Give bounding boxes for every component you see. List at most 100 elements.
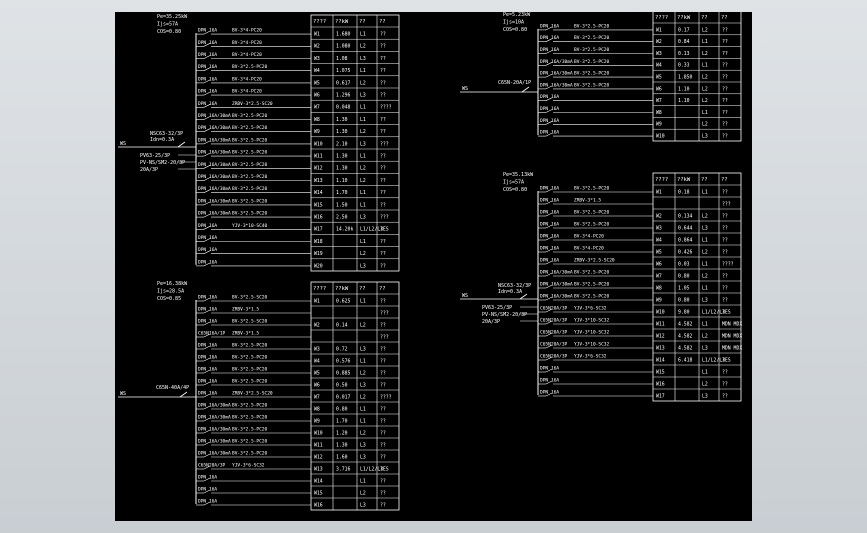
- table-cell-ph: L1: [702, 39, 708, 45]
- breaker-rating: 16A: [209, 367, 217, 373]
- breaker-rating: 16A: [551, 118, 559, 124]
- panel-header-text: Ijs=57A: [503, 180, 524, 186]
- table-cell-circ: W12: [314, 454, 323, 460]
- cable-spec: BV-3*4-PC20: [232, 28, 262, 34]
- breaker-rating: 16A: [209, 64, 217, 70]
- breaker-prefix: DPN: [198, 499, 206, 505]
- panel-header-text: Ijs=57A: [157, 22, 178, 28]
- table-cell-kw: 0.03: [678, 261, 690, 267]
- cable-spec: YJV-3*6-SC32: [574, 354, 607, 360]
- table-cell-kw: 1.08: [336, 56, 348, 62]
- table-header-cell: ??: [379, 19, 386, 25]
- main-breaker-symbol: [521, 86, 530, 93]
- table-cell-kw: 0.13: [678, 51, 690, 57]
- table-cell-use: ??: [722, 237, 728, 243]
- breaker-rating: 16A/30mA: [551, 59, 573, 65]
- table-cell-ph: L1: [360, 32, 366, 38]
- cable-spec: BV-3*2.5-PC20: [232, 125, 268, 131]
- breaker-rating: 16A: [551, 234, 559, 240]
- breaker-prefix: DPN: [198, 162, 206, 168]
- table-cell-circ: W1: [314, 298, 320, 304]
- table-cell-ph: L3: [360, 346, 366, 352]
- table-cell-use: ??: [380, 442, 386, 448]
- cable-spec: BV-3*2.5-PC20: [232, 186, 268, 192]
- panel-header-text: Ijs=10A: [503, 20, 524, 26]
- breaker-prefix: DPN: [540, 294, 548, 300]
- table-cell-ph: L2: [702, 51, 708, 57]
- table-cell-use: ??: [722, 381, 728, 387]
- table-cell-kw: 0.625: [336, 298, 351, 304]
- table-cell-circ: W1: [314, 32, 320, 38]
- table-cell-ph: L1: [702, 110, 708, 116]
- cable-spec: BV-3*2.5-PC20: [232, 427, 268, 433]
- breaker-rating: 16A: [209, 343, 217, 349]
- breaker-prefix: DPN: [198, 235, 206, 241]
- table-cell-use: ??: [722, 297, 728, 303]
- breaker-prefix: DPN: [540, 378, 548, 384]
- table-cell-ph: L1: [360, 358, 366, 364]
- breaker-rating: 16A: [551, 198, 559, 204]
- breaker-prefix: DPN: [540, 234, 548, 240]
- table-cell-circ: W4: [314, 68, 320, 74]
- table-cell-ph: L2: [702, 74, 708, 80]
- table-header-cell: ??: [359, 286, 366, 292]
- cable-spec: BV-3*4-PC20: [574, 246, 604, 252]
- breaker-rating: 20A/3P: [551, 318, 568, 324]
- table-cell-ph: L2: [360, 166, 366, 172]
- table-cell-circ: W5: [314, 370, 320, 376]
- table-cell-use: ??: [380, 418, 386, 424]
- breaker-prefix: DPN: [540, 390, 548, 396]
- breaker-rating: 16A: [551, 258, 559, 264]
- breaker-rating: 16A: [209, 52, 217, 58]
- breaker-rating: 16A/30mA: [209, 125, 231, 131]
- breaker-prefix: DPN: [540, 106, 548, 112]
- table-cell-use: ??: [380, 129, 386, 135]
- breaker-rating: 16A/30mA: [209, 211, 231, 217]
- breaker-prefix: DPN: [198, 137, 206, 143]
- table-cell-use: ???: [380, 215, 389, 221]
- table-cell-kw: 0.864: [678, 237, 693, 243]
- table-cell-circ: W1: [656, 27, 662, 33]
- table-cell-use: ??: [722, 27, 728, 33]
- table-cell-kw: 1.20: [336, 430, 348, 436]
- table-cell-use: ??: [380, 154, 386, 160]
- table-cell-use: ??: [722, 63, 728, 69]
- table-cell-use: ??: [380, 178, 386, 184]
- main-breaker-label: Idn=0.3A: [498, 289, 522, 295]
- breaker-prefix: DPN: [540, 82, 548, 88]
- table-cell-kw: 0.80: [336, 406, 348, 412]
- breaker-rating: 16A: [209, 295, 217, 301]
- breaker-rating: 16A: [209, 319, 217, 325]
- table-header-cell: ??: [701, 15, 708, 21]
- breaker-prefix: DPN: [198, 40, 206, 46]
- cable-spec: BV-3*2.5-PC20: [232, 415, 268, 421]
- cable-spec: BV-3*2.5-PC20: [232, 137, 268, 143]
- cable-spec: BV-3*2.5-PC20: [232, 174, 268, 180]
- cable-spec: BV-3*4-PC20: [574, 234, 604, 240]
- breaker-rating: 16A: [551, 210, 559, 216]
- table-cell-ph: L3: [360, 93, 366, 99]
- table-cell-use: ??: [380, 251, 386, 257]
- table-cell-circ: W4: [656, 63, 662, 69]
- breaker-rating: 16A: [209, 259, 217, 265]
- breaker-prefix: DPN: [540, 118, 548, 124]
- table-cell-circ: W10: [314, 141, 323, 147]
- cable-spec: ZRBV-3*1.5: [232, 331, 259, 337]
- breaker-rating: 16A/30mA: [209, 186, 231, 192]
- breaker-rating: 16A/30mA: [209, 427, 231, 433]
- breaker-prefix: DPN: [198, 150, 206, 156]
- table-cell-ph: L1: [360, 202, 366, 208]
- breaker-rating: 16A: [209, 89, 217, 95]
- table-cell-use: ????: [380, 105, 392, 111]
- breaker-rating: 16A: [209, 379, 217, 385]
- table-cell-kw: 1.70: [336, 190, 348, 196]
- breaker-prefix: DPN: [540, 246, 548, 252]
- breaker-rating: 16A: [551, 130, 559, 136]
- breaker-rating: 16A: [209, 499, 217, 505]
- table-cell-kw: 0.80: [678, 297, 690, 303]
- table-cell-use: ???: [380, 334, 389, 340]
- table-cell-circ: W12: [314, 166, 323, 172]
- breaker-prefix: DPN: [198, 319, 206, 325]
- cable-spec: BV-3*2.5-SC20: [232, 319, 268, 325]
- cable-spec: BV-3*4-PC20: [232, 76, 262, 82]
